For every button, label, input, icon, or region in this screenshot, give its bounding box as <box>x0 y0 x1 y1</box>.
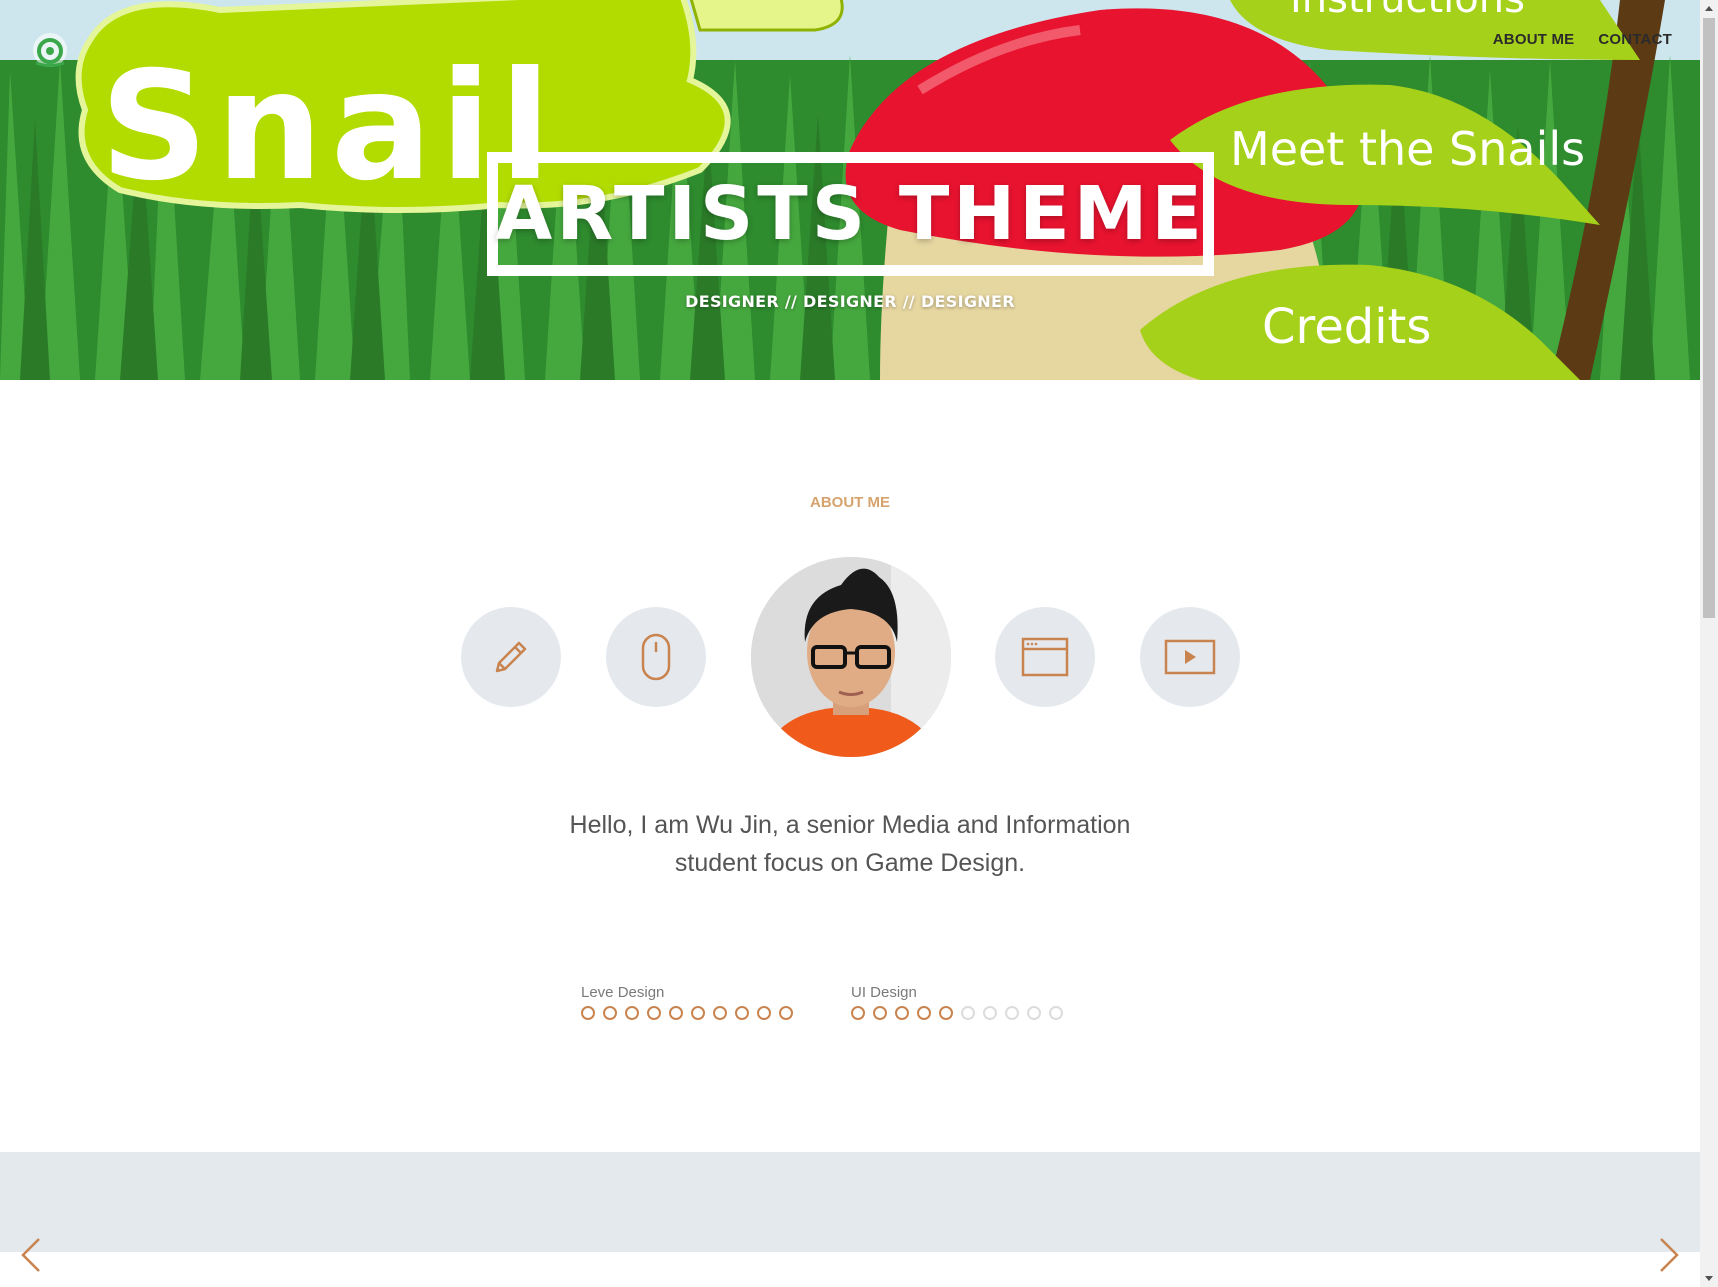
nav-about-me[interactable]: ABOUT ME <box>1493 31 1575 48</box>
mouse-icon <box>641 633 671 681</box>
skill-ui-design: UI Design <box>851 984 1063 1020</box>
rating-dot-filled <box>757 1006 771 1020</box>
rating-dot-filled <box>939 1006 953 1020</box>
scrollbar-thumb[interactable] <box>1703 18 1715 618</box>
rating-dot-filled <box>873 1006 887 1020</box>
rating-dot-empty <box>983 1006 997 1020</box>
play-icon <box>1164 639 1216 675</box>
scroll-down-arrow-icon[interactable] <box>1700 1270 1718 1287</box>
prev-arrow-icon[interactable] <box>17 1235 47 1275</box>
portfolio-band <box>0 1152 1700 1252</box>
play-icon-circle <box>1140 607 1240 707</box>
bio-text: Hello, I am Wu Jin, a senior Media and I… <box>569 811 1131 877</box>
pencil-icon-circle <box>461 607 561 707</box>
hero-banner: Instructions Meet the Snails Credits Sna… <box>0 0 1700 380</box>
browser-icon-circle <box>995 607 1095 707</box>
sign-instructions-text: Instructions <box>1290 0 1525 22</box>
profile-photo <box>751 557 951 757</box>
skill-rating <box>581 1006 793 1020</box>
rating-dot-filled <box>603 1006 617 1020</box>
rating-dot-empty <box>1005 1006 1019 1020</box>
rating-dot-empty <box>1049 1006 1063 1020</box>
rating-dot-filled <box>625 1006 639 1020</box>
snail-logo-icon[interactable] <box>30 30 70 70</box>
rating-dot-filled <box>851 1006 865 1020</box>
about-heading: ABOUT ME <box>810 494 890 511</box>
rating-dot-filled <box>895 1006 909 1020</box>
skill-label: Leve Design <box>581 984 665 1001</box>
rating-dot-filled <box>779 1006 793 1020</box>
skill-level-design: Leve Design <box>581 984 793 1020</box>
skill-label: UI Design <box>851 984 917 1001</box>
rating-dot-filled <box>735 1006 749 1020</box>
skill-rating <box>851 1006 1063 1020</box>
hero-subtitle: DESIGNER // DESIGNER // DESIGNER <box>685 292 1015 311</box>
browser-window-icon <box>1021 637 1069 677</box>
rating-dot-filled <box>581 1006 595 1020</box>
pencil-icon <box>495 641 527 673</box>
rating-dot-filled <box>713 1006 727 1020</box>
sign-meet-snails-text: Meet the Snails <box>1230 122 1585 176</box>
hero-title-box: ARTISTS THEME <box>487 152 1214 276</box>
mouse-icon-circle <box>606 607 706 707</box>
rating-dot-filled <box>669 1006 683 1020</box>
hero-title: ARTISTS THEME <box>495 171 1206 257</box>
rating-dot-empty <box>1027 1006 1041 1020</box>
avatar <box>751 557 951 757</box>
rating-dot-filled <box>917 1006 931 1020</box>
rating-dot-filled <box>647 1006 661 1020</box>
scroll-up-arrow-icon[interactable] <box>1700 0 1718 17</box>
nav-contact[interactable]: CONTACT <box>1598 31 1672 48</box>
rating-dot-filled <box>691 1006 705 1020</box>
next-arrow-icon[interactable] <box>1653 1235 1683 1275</box>
rating-dot-empty <box>961 1006 975 1020</box>
top-nav: ABOUT ME CONTACT <box>1493 31 1672 48</box>
